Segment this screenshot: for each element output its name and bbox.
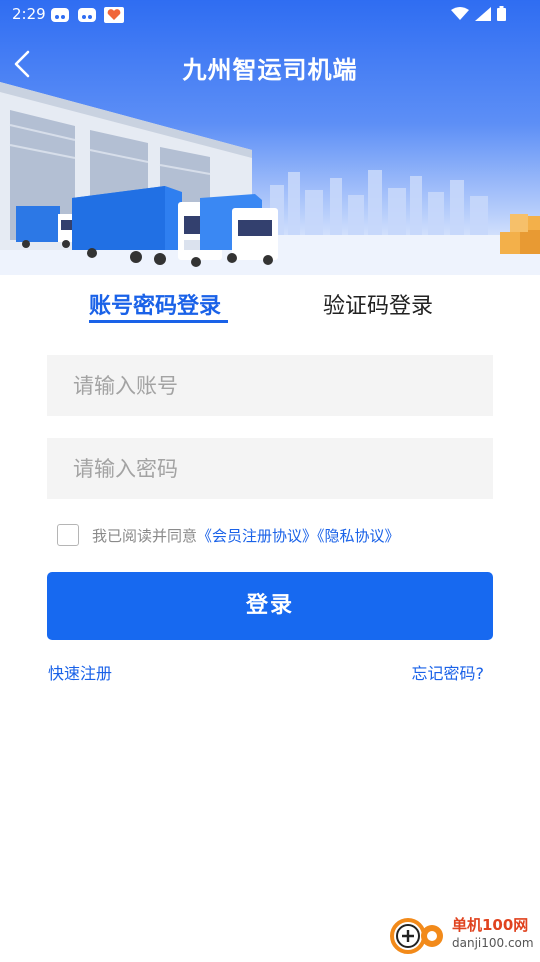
agreement-text: 我已阅读并同意《会员注册协议》《隐私协议》 [92, 525, 400, 546]
app-notification-icon [51, 8, 69, 22]
forgot-password-link[interactable]: 忘记密码? [412, 660, 485, 684]
status-time: 2:29 [12, 5, 46, 23]
tab-code-login[interactable]: 验证码登录 [323, 288, 433, 320]
tab-code-login-label: 验证码登录 [323, 294, 434, 319]
agreement-prefix: 我已阅读并同意 [92, 526, 198, 545]
status-bar: 2:29 [0, 0, 540, 30]
watermark-logo-icon [390, 918, 443, 954]
watermark-text: 单机100网 [452, 916, 529, 934]
login-tabs: 账号密码登录 验证码登录 [0, 288, 540, 328]
heart-app-icon [104, 7, 124, 23]
privacy-agreement-link[interactable]: 《隐私协议》 [317, 527, 400, 545]
warehouse-trucks-illustration [0, 82, 540, 275]
agreement-checkbox[interactable] [57, 524, 79, 546]
site-watermark: 单机100网 danji100.com [388, 914, 538, 958]
page-title: 九州智运司机端 [182, 56, 358, 84]
member-agreement-link[interactable]: 《会员注册协议》 [197, 527, 317, 545]
password-input[interactable] [47, 438, 493, 499]
account-input[interactable] [47, 355, 493, 416]
tab-password-login[interactable]: 账号密码登录 [89, 288, 228, 323]
watermark-url: danji100.com [452, 936, 534, 950]
agreement-row: 我已阅读并同意《会员注册协议》《隐私协议》 [57, 524, 400, 546]
tab-password-login-label: 账号密码登录 [89, 294, 222, 319]
header-banner [0, 0, 540, 275]
active-tab-underline [89, 320, 228, 323]
wifi-icon [451, 6, 469, 20]
login-button[interactable]: 登录 [47, 572, 493, 640]
signal-icon [475, 6, 491, 21]
battery-icon [497, 6, 506, 21]
quick-register-link[interactable]: 快速注册 [48, 660, 112, 684]
app-notification-icon [78, 8, 96, 22]
